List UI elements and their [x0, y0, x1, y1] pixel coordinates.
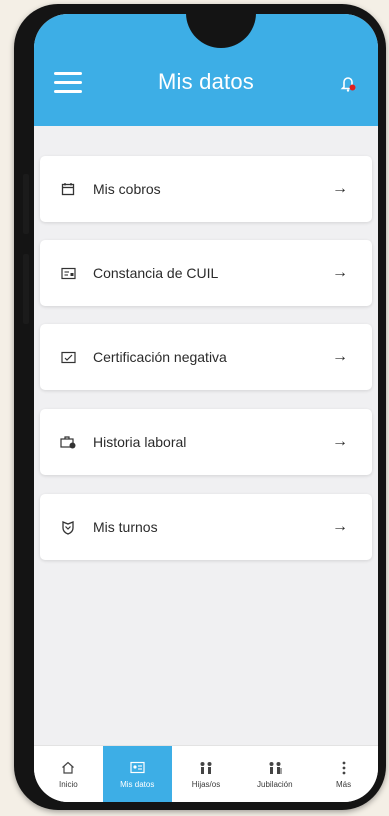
- tab-jubilacion[interactable]: Jubilación: [240, 746, 309, 802]
- menu-item-label: Historia laboral: [93, 434, 187, 450]
- screen: Mis datos Mis cobros → Constancia de CUI…: [34, 14, 378, 802]
- menu-item-historia-laboral[interactable]: Historia laboral →: [40, 409, 372, 475]
- phone-side-button: [23, 254, 29, 324]
- family-icon: [198, 760, 214, 776]
- menu-item-label: Mis turnos: [93, 519, 158, 535]
- menu-item-label: Constancia de CUIL: [93, 265, 219, 281]
- bottom-tab-bar: Inicio Mis datos Hijas/os Jubilación Más: [34, 745, 378, 802]
- more-vertical-icon: [342, 760, 346, 776]
- menu-item-mis-cobros[interactable]: Mis cobros →: [40, 156, 372, 222]
- id-card-icon: [130, 760, 145, 776]
- phone-side-button: [23, 174, 29, 234]
- tab-label: Hijas/os: [191, 779, 221, 789]
- tab-label: Jubilación: [257, 779, 293, 789]
- arrow-right-icon: →: [332, 348, 348, 365]
- menu-item-mis-turnos[interactable]: Mis turnos →: [40, 494, 372, 560]
- calendar-icon: [60, 181, 76, 197]
- menu-item-constancia-cuil[interactable]: Constancia de CUIL →: [40, 240, 372, 306]
- document-check-icon: [60, 349, 76, 365]
- notification-bell-icon[interactable]: [338, 74, 358, 94]
- menu-item-label: Certificación negativa: [93, 349, 227, 365]
- shield-icon: [60, 519, 76, 535]
- arrow-right-icon: →: [332, 180, 348, 197]
- page-title: Mis datos: [158, 69, 254, 94]
- camera-notch: [186, 14, 256, 48]
- menu-item-certificacion-negativa[interactable]: Certificación negativa →: [40, 324, 372, 390]
- arrow-right-icon: →: [332, 264, 348, 281]
- tab-mas[interactable]: Más: [309, 746, 378, 802]
- arrow-right-icon: →: [332, 433, 348, 450]
- tab-inicio[interactable]: Inicio: [34, 746, 103, 802]
- tab-label: Inicio: [59, 779, 78, 789]
- tab-mis-datos[interactable]: Mis datos: [102, 746, 172, 802]
- tab-label: Mis datos: [120, 779, 155, 789]
- tab-hijas-os[interactable]: Hijas/os: [172, 746, 241, 802]
- arrow-right-icon: →: [332, 518, 348, 535]
- menu-item-label: Mis cobros: [93, 181, 161, 197]
- briefcase-icon: [60, 434, 76, 450]
- id-card-icon: [60, 265, 76, 281]
- app-header: Mis datos: [34, 14, 378, 126]
- elderly-icon: [267, 760, 283, 776]
- home-icon: [61, 760, 75, 776]
- tab-label: Más: [336, 779, 352, 789]
